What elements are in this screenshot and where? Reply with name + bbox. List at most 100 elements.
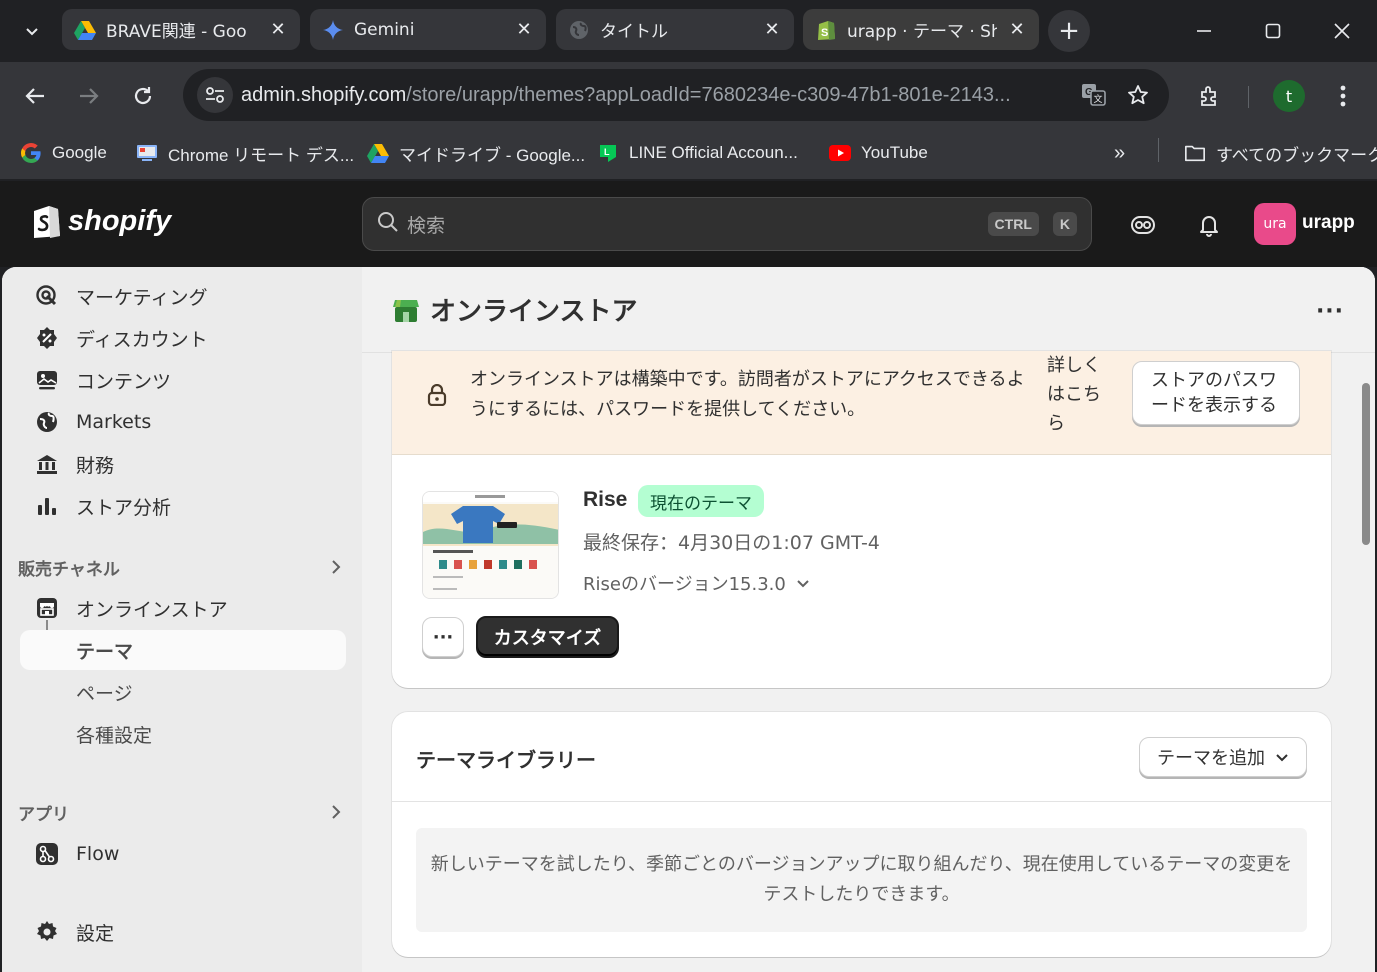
translate-icon[interactable]: G文 — [1077, 78, 1111, 112]
reload-icon[interactable] — [125, 78, 161, 114]
profile-avatar[interactable]: t — [1273, 80, 1305, 112]
address-bar[interactable]: admin.shopify.com/store/urapp/themes?app… — [183, 69, 1169, 121]
admin-body: マーケティング ディスカウント コンテンツ Markets 財務 ストア分析 販… — [2, 267, 1375, 972]
customize-button[interactable]: カスタマイズ — [476, 616, 619, 658]
sidebar-item-finance[interactable]: 財務 — [20, 444, 346, 484]
minimize-icon[interactable] — [1189, 16, 1219, 46]
sidebar-item-label: コンテンツ — [76, 370, 172, 393]
finance-icon — [34, 451, 60, 477]
svg-text:文: 文 — [1094, 93, 1103, 105]
new-tab-button[interactable]: + — [1048, 10, 1090, 52]
flow-icon — [34, 841, 60, 867]
sidebar-item-flow[interactable]: Flow — [20, 834, 346, 874]
sidebar-nav: マーケティング ディスカウント コンテンツ Markets 財務 ストア分析 販… — [2, 267, 362, 972]
marketing-icon — [34, 283, 60, 309]
content-icon — [34, 367, 60, 393]
sidebar-item-discounts[interactable]: ディスカウント — [20, 318, 346, 358]
sidebar-item-analytics[interactable]: ストア分析 — [20, 486, 346, 526]
folder-icon — [1184, 142, 1206, 164]
discount-icon — [34, 325, 60, 351]
online-store-icon — [34, 595, 60, 621]
store-avatar[interactable]: ura — [1254, 203, 1296, 245]
close-tab-icon[interactable]: ✕ — [268, 19, 288, 40]
gemini-icon — [322, 19, 344, 41]
bookmark-line[interactable]: L LINE Official Accoun... — [597, 138, 798, 168]
youtube-icon — [829, 142, 851, 164]
sales-channels-title: 販売チャネル — [18, 559, 120, 580]
sidebar-subitem-themes[interactable]: テーマ — [20, 630, 346, 670]
page-title: オンラインストア — [392, 291, 637, 328]
sidebar-item-online-store[interactable]: オンラインストア — [20, 588, 346, 628]
shopify-logo[interactable]: shopify — [30, 203, 171, 239]
close-window-icon[interactable] — [1327, 16, 1357, 46]
sidebar-item-marketing[interactable]: マーケティング — [20, 276, 346, 316]
svg-text:S: S — [821, 27, 828, 39]
globe-icon — [568, 19, 590, 41]
theme-library-title: テーマライブラリー — [416, 748, 596, 772]
bookmark-star-icon[interactable] — [1121, 78, 1155, 112]
all-bookmarks-button[interactable]: すべてのブックマーク — [1184, 138, 1377, 168]
back-arrow-icon[interactable] — [17, 78, 53, 114]
tab-title: Gemini — [354, 19, 415, 40]
sidebar-item-markets[interactable]: Markets — [20, 402, 346, 442]
forward-arrow-icon[interactable] — [71, 78, 107, 114]
gear-icon — [34, 919, 60, 945]
chrome-remote-icon — [136, 142, 158, 164]
theme-library-card: テーマライブラリー テーマを追加 新しいテーマを試したり、季節ごとのバージョンア… — [392, 712, 1331, 957]
show-password-button[interactable]: ストアのパスワードを表示する — [1132, 361, 1300, 425]
sidebar-item-label: Markets — [76, 411, 152, 433]
tab-title: urapp · テーマ · Sho — [847, 22, 997, 42]
bookmark-youtube[interactable]: YouTube — [829, 138, 928, 168]
maximize-icon[interactable] — [1258, 16, 1288, 46]
bookmarks-bar: Google Chrome リモート デス... マイドライブ - Google… — [0, 128, 1377, 180]
store-name[interactable]: urapp — [1302, 212, 1355, 234]
browser-tab[interactable]: BRAVE関連 - Goo ✕ — [62, 9, 300, 50]
online-store-color-icon — [393, 299, 419, 322]
sidebar-item-settings[interactable]: 設定 — [20, 912, 346, 952]
sidebar-subitem-preferences[interactable]: 各種設定 — [20, 714, 346, 754]
sidebar-subitem-pages[interactable]: ページ — [20, 672, 346, 712]
close-tab-icon[interactable]: ✕ — [762, 19, 782, 40]
sidebar-item-content[interactable]: コンテンツ — [20, 360, 346, 400]
page-scrollbar[interactable] — [1362, 383, 1370, 545]
chevron-down-icon — [1275, 747, 1289, 768]
sidebar-item-label: マーケティング — [76, 286, 208, 309]
bookmark-my-drive[interactable]: マイドライブ - Google... — [367, 138, 585, 168]
admin-search-input[interactable]: 検索 CTRL K — [362, 197, 1092, 251]
learn-more-link[interactable]: 詳しくはこちら — [1047, 351, 1117, 438]
browser-tab[interactable]: Gemini ✕ — [310, 9, 546, 50]
page-title-text: オンラインストア — [430, 297, 638, 327]
sidebar-item-label: ストア分析 — [76, 496, 172, 519]
theme-version-dropdown[interactable]: Riseのバージョン15.3.0 — [583, 570, 810, 596]
sidebar-item-label: 財務 — [76, 454, 115, 477]
url-path: /store/urapp/themes?appLoadId=7680234e-c… — [406, 83, 1011, 106]
apps-title: アプリ — [18, 804, 69, 825]
more-actions-icon[interactable]: ··· — [1312, 297, 1348, 325]
site-settings-icon[interactable] — [197, 77, 233, 113]
more-menu-icon[interactable] — [1325, 78, 1361, 114]
apps-section[interactable]: アプリ — [18, 797, 348, 827]
close-tab-icon[interactable]: ✕ — [1007, 19, 1027, 40]
theme-actions-button[interactable]: ··· — [422, 617, 464, 657]
sidebar-item-label: オンラインストア — [76, 598, 228, 621]
notifications-bell-icon[interactable] — [1193, 209, 1225, 241]
theme-thumbnail — [422, 491, 559, 599]
sidekick-icon[interactable] — [1127, 209, 1159, 241]
browser-tabstrip: BRAVE関連 - Goo ✕ Gemini ✕ タイトル ✕ S urapp … — [0, 0, 1377, 62]
add-theme-button[interactable]: テーマを追加 — [1139, 737, 1307, 777]
theme-library-empty-state: 新しいテーマを試したり、季節ごとのバージョンアップに取り組んだり、現在使用してい… — [416, 828, 1307, 932]
extensions-icon[interactable] — [1192, 78, 1228, 114]
browser-tab-active[interactable]: S urapp · テーマ · Sho ✕ — [803, 9, 1039, 50]
bookmarks-overflow-icon[interactable]: » — [1114, 138, 1125, 168]
browser-tab[interactable]: タイトル ✕ — [556, 9, 794, 50]
chevron-right-icon[interactable] — [324, 800, 348, 824]
chevron-right-icon[interactable] — [324, 555, 348, 579]
tab-search-chevron-icon[interactable] — [12, 12, 52, 50]
bookmark-label: LINE Official Accoun... — [629, 143, 798, 162]
bookmark-chrome-remote[interactable]: Chrome リモート デス... — [136, 138, 354, 168]
sales-channels-section[interactable]: 販売チャネル — [18, 552, 348, 582]
close-tab-icon[interactable]: ✕ — [514, 19, 534, 40]
shopify-wordmark: shopify — [68, 204, 172, 237]
divider — [392, 801, 1331, 802]
bookmark-google[interactable]: Google — [20, 138, 107, 168]
